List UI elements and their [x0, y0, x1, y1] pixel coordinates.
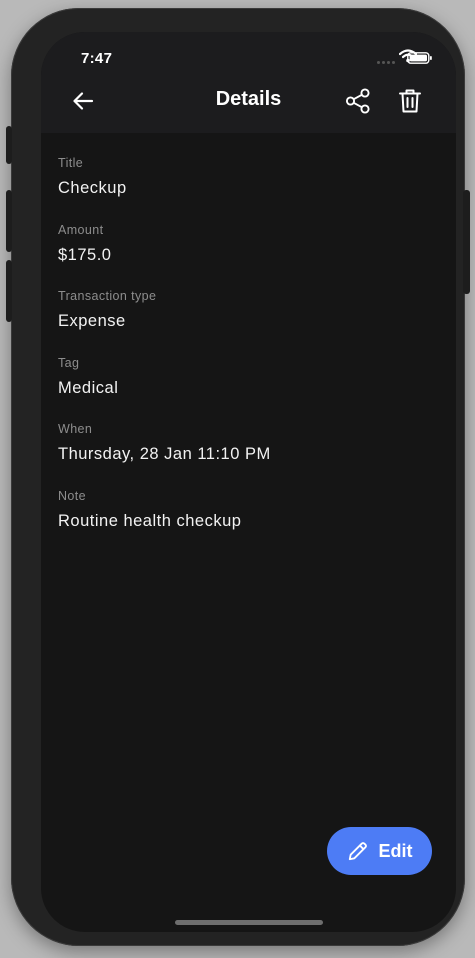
field-label: When: [58, 422, 93, 436]
volume-up-button: [6, 190, 12, 252]
detail-title: Title Checkup: [58, 156, 271, 223]
edit-button[interactable]: Edit: [327, 827, 432, 875]
field-value: Medical: [58, 378, 119, 397]
mute-switch: [6, 126, 12, 164]
app-bar: 7:47 Details: [41, 32, 456, 133]
status-icons: [377, 49, 440, 65]
field-value: Routine health checkup: [58, 511, 242, 530]
detail-note: Note Routine health checkup: [58, 489, 271, 556]
edit-label: Edit: [378, 840, 413, 861]
home-indicator[interactable]: [175, 920, 323, 925]
detail-transaction-type: Transaction type Expense: [58, 289, 271, 356]
field-value: Thursday, 28 Jan 11:10 PM: [58, 445, 271, 463]
details-list: Title Checkup Amount $175.0 Transaction …: [58, 156, 271, 555]
trash-icon[interactable]: [398, 88, 422, 114]
field-label: Title: [58, 156, 84, 170]
power-button: [463, 190, 470, 294]
volume-down-button: [6, 260, 12, 322]
field-label: Transaction type: [58, 289, 157, 303]
phone-frame: 7:47 Details Title Checkup Amount $175.0…: [11, 8, 465, 946]
cellular-signal-icon: [377, 61, 395, 64]
field-value: Checkup: [58, 179, 127, 197]
detail-when: When Thursday, 28 Jan 11:10 PM: [58, 422, 271, 489]
field-value: $175.0: [58, 245, 112, 264]
app-screen: 7:47 Details Title Checkup Amount $175.0…: [41, 32, 456, 932]
battery-icon: [407, 52, 432, 64]
pencil-icon: [348, 842, 367, 861]
field-label: Tag: [58, 355, 80, 370]
field-label: Note: [58, 488, 87, 503]
share-icon[interactable]: [345, 88, 371, 114]
field-value: Expense: [58, 312, 126, 330]
detail-tag: Tag Medical: [58, 356, 271, 423]
page-title: Details: [215, 88, 282, 110]
field-label: Amount: [58, 222, 104, 237]
detail-amount: Amount $175.0: [58, 223, 271, 290]
status-time: 7:47: [81, 50, 113, 67]
